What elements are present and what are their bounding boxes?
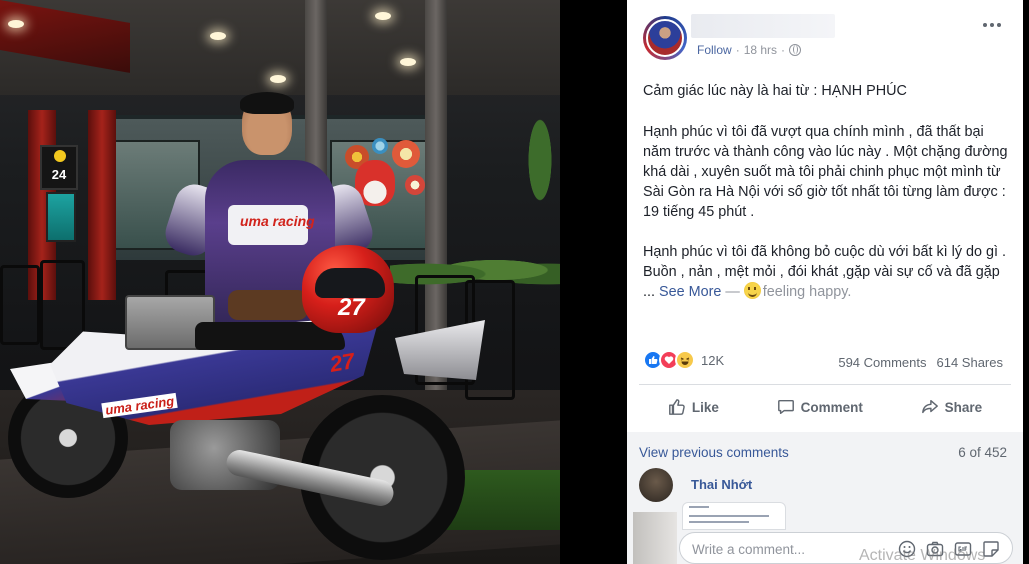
shares-count[interactable]: 614 Shares — [937, 355, 1004, 370]
comment-input[interactable] — [692, 539, 872, 559]
comments-section: View previous comments 6 of 452 Thai Nhớ… — [627, 432, 1023, 564]
share-label: Share — [944, 399, 983, 415]
share-button[interactable]: Share — [921, 398, 983, 416]
engagement-counts: 594 Comments 614 Shares — [838, 355, 1003, 370]
thumbnail-line — [689, 506, 709, 508]
comment-image-thumbnail[interactable] — [682, 502, 786, 530]
like-button[interactable]: Like — [668, 398, 719, 416]
tree — [520, 90, 560, 230]
viewer-edge — [1023, 0, 1029, 564]
post-text-paragraph: Hạnh phúc vì tôi đã không bỏ cuộc dù với… — [643, 242, 1009, 302]
commenter-name[interactable]: Thai Nhớt — [691, 477, 752, 492]
feeling-smiley-icon — [743, 282, 761, 299]
sun-icon — [54, 150, 66, 162]
meta-separator: · — [735, 43, 740, 57]
store-sign: 24 — [40, 145, 78, 190]
view-previous-comments-link[interactable]: View previous comments — [639, 445, 789, 460]
like-label: Like — [691, 399, 719, 415]
viewer-background — [560, 0, 627, 564]
christmas-ornament — [405, 175, 425, 195]
post-actions: Like Comment Share — [639, 389, 1011, 425]
post-meta: Follow · 18 hrs · — [697, 43, 802, 57]
rider-logo: uma racing — [240, 213, 315, 229]
more-options-icon[interactable] — [983, 18, 1005, 32]
comments-count[interactable]: 594 Comments — [838, 355, 926, 370]
rider-belt-bag — [228, 290, 308, 320]
ceiling-light — [210, 32, 226, 40]
ceiling-light — [270, 75, 286, 83]
blurred-region — [633, 512, 677, 564]
haha-reaction-icon — [675, 350, 695, 370]
menu-board — [46, 192, 76, 242]
see-more-link[interactable]: See More — [659, 284, 721, 300]
store-sign-number: 24 — [51, 167, 67, 182]
share-icon — [921, 399, 938, 414]
ceiling-light — [400, 58, 416, 66]
author-avatar[interactable] — [643, 16, 687, 60]
reactions-summary[interactable]: 12K — [643, 350, 724, 370]
christmas-ornament — [392, 140, 420, 168]
ceiling-light — [375, 12, 391, 20]
reactions-count: 12K — [701, 352, 725, 368]
post-time[interactable]: 18 hrs — [744, 43, 777, 57]
author-name-redacted[interactable] — [691, 14, 835, 38]
red-pillar — [88, 110, 116, 300]
like-icon — [668, 399, 685, 415]
ceiling-light — [8, 20, 24, 28]
bike-number: 27 — [327, 348, 357, 377]
avatar-image — [646, 19, 684, 57]
rider-hair — [240, 92, 294, 114]
post-photo[interactable]: 24 uma racing uma racing 27 27 — [0, 0, 560, 564]
feeling-dash: — — [725, 284, 740, 300]
meta-separator: · — [781, 43, 786, 57]
globe-icon[interactable] — [789, 44, 802, 56]
comment-icon — [777, 399, 794, 415]
thumbnail-line — [689, 521, 749, 523]
post-text-line1: Cảm giác lúc này là hai từ : HẠNH PHÚC — [643, 83, 907, 99]
bike-front-fairing — [395, 320, 485, 380]
post-panel: Follow · 18 hrs · Cảm giác lúc này là ha… — [627, 0, 1023, 564]
activate-windows-watermark: Activate Windows — [859, 547, 986, 564]
comments-pager: 6 of 452 — [958, 445, 1007, 460]
helmet-number: 27 — [338, 294, 365, 321]
divider — [639, 384, 1011, 385]
commenter-avatar[interactable] — [639, 468, 673, 502]
thumbnail-line — [689, 515, 769, 517]
post-text-paragraph: Hạnh phúc vì tôi đã vượt qua chính mình … — [643, 124, 1008, 220]
comment-label: Comment — [800, 399, 863, 415]
christmas-ornament — [372, 138, 388, 154]
chair — [0, 265, 40, 345]
comment-button[interactable]: Comment — [777, 398, 863, 416]
feeling-text: feeling happy. — [762, 284, 852, 300]
follow-link[interactable]: Follow — [697, 43, 732, 57]
